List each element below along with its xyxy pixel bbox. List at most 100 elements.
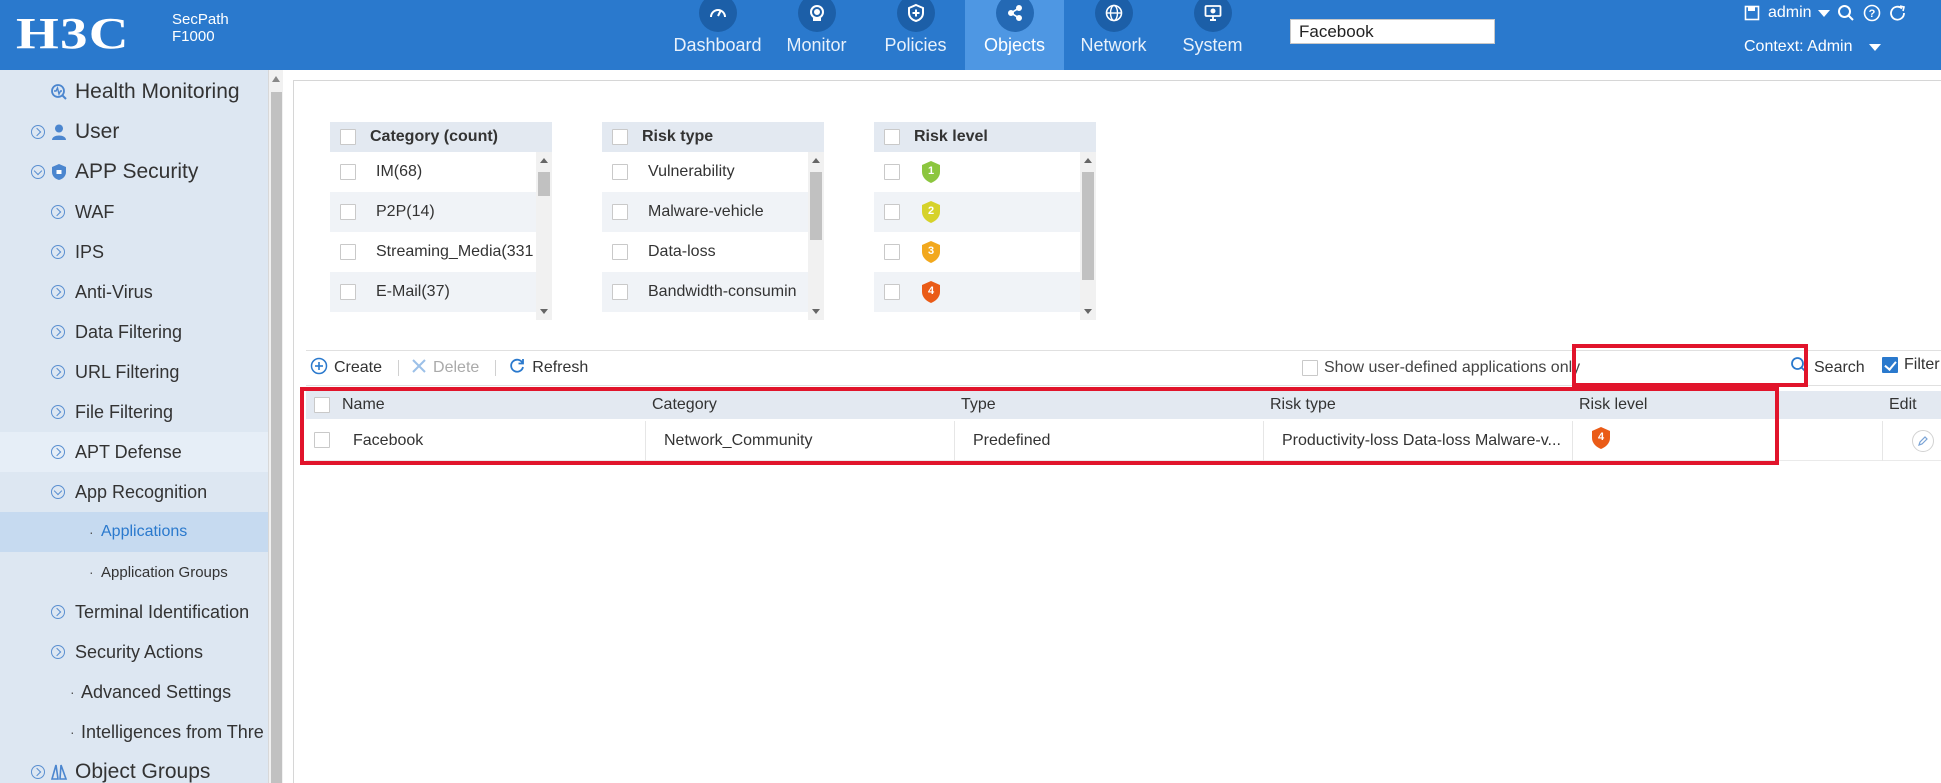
expand-icon[interactable]: [51, 205, 65, 219]
sidebar-item-advanced-settings[interactable]: · Advanced Settings: [0, 672, 268, 712]
nav-network[interactable]: Network: [1064, 0, 1163, 70]
risk-type-row[interactable]: Vulnerability: [602, 152, 808, 192]
expand-icon[interactable]: [51, 285, 65, 299]
main-nav: Dashboard Monitor Policies Objects Netwo…: [668, 0, 1262, 70]
globe-icon: [1094, 0, 1133, 32]
search-icon: [1790, 356, 1808, 379]
risk-type-scrollbar[interactable]: [808, 152, 824, 320]
delete-button[interactable]: Delete: [411, 358, 479, 379]
table-toolbar: Create Delete Refresh Show user-defined …: [306, 350, 1941, 386]
expand-icon[interactable]: [51, 245, 65, 259]
monitor-gear-icon: [1193, 0, 1232, 32]
risk-type-row[interactable]: Malware-vehicle: [602, 192, 808, 232]
object-groups-icon: [50, 763, 68, 781]
risk-level-row[interactable]: 1: [874, 152, 1080, 192]
table-header: Name Category Type Risk type Risk level …: [306, 391, 1941, 419]
search-button[interactable]: Search: [1790, 356, 1865, 379]
context-caret-icon: [1868, 43, 1881, 51]
row-checkbox[interactable]: [314, 432, 330, 448]
sidebar-item-app-recognition[interactable]: App Recognition: [0, 472, 268, 512]
search-input[interactable]: [1290, 19, 1495, 44]
expand-icon[interactable]: [51, 645, 65, 659]
expand-icon[interactable]: [51, 605, 65, 619]
column-type[interactable]: Type: [961, 396, 996, 414]
sidebar-item-object-groups[interactable]: Object Groups: [0, 752, 268, 783]
sidebar-item-applications[interactable]: · Applications: [0, 512, 268, 552]
sidebar-item-data-filtering[interactable]: Data Filtering: [0, 312, 268, 352]
risk-type-row[interactable]: Bandwidth-consumin: [602, 272, 808, 312]
risk-type-select-all-checkbox[interactable]: [612, 129, 628, 145]
logout-icon[interactable]: [1888, 3, 1908, 23]
user-defined-only-option[interactable]: Show user-defined applications only: [1302, 359, 1580, 377]
model-line-2: F1000: [172, 28, 215, 45]
context-selector[interactable]: Context: Admin: [1744, 38, 1881, 56]
expand-icon[interactable]: [51, 325, 65, 339]
sidebar-item-url-filtering[interactable]: URL Filtering: [0, 352, 268, 392]
refresh-button[interactable]: Refresh: [508, 357, 588, 380]
h3c-logo: H3C: [16, 9, 130, 58]
filter-checkbox[interactable]: [1882, 357, 1898, 373]
search-icon[interactable]: [1836, 3, 1856, 23]
create-button[interactable]: Create: [310, 357, 382, 380]
category-row[interactable]: Streaming_Media(331: [330, 232, 536, 272]
plus-circle-icon: [310, 357, 328, 380]
gauge-icon: [698, 0, 737, 32]
filter-toggle[interactable]: Filter: [1882, 356, 1940, 374]
category-select-all-checkbox[interactable]: [340, 129, 356, 145]
expand-icon[interactable]: [51, 445, 65, 459]
sidebar-item-apt-defense[interactable]: APT Defense: [0, 432, 268, 472]
sidebar-item-app-security[interactable]: APP Security: [0, 152, 268, 192]
sidebar-item-ips[interactable]: IPS: [0, 232, 268, 272]
user-defined-only-checkbox[interactable]: [1302, 360, 1318, 376]
risk-type-row[interactable]: Data-loss: [602, 232, 808, 272]
column-risk-type[interactable]: Risk type: [1270, 396, 1336, 414]
expand-icon[interactable]: [51, 365, 65, 379]
risk-level-row[interactable]: 4: [874, 272, 1080, 312]
sidebar-item-health-monitoring[interactable]: Health Monitoring: [0, 72, 268, 112]
risk-level-scrollbar[interactable]: [1080, 152, 1096, 320]
category-scrollbar[interactable]: [536, 152, 552, 320]
expand-icon[interactable]: [51, 405, 65, 419]
category-row[interactable]: IM(68): [330, 152, 536, 192]
column-name[interactable]: Name: [342, 396, 385, 414]
svg-text:?: ?: [1868, 8, 1875, 20]
user-menu-caret-icon[interactable]: [1817, 9, 1830, 17]
table-row[interactable]: Facebook Network_Community Predefined Pr…: [306, 421, 1941, 461]
edit-pencil-icon[interactable]: [1912, 430, 1934, 452]
expand-icon[interactable]: [31, 125, 45, 139]
expand-icon[interactable]: [31, 765, 45, 779]
sidebar-item-user[interactable]: User: [0, 112, 268, 152]
user-menu[interactable]: admin: [1768, 4, 1812, 22]
save-icon[interactable]: [1742, 3, 1762, 23]
sidebar-item-security-actions[interactable]: Security Actions: [0, 632, 268, 672]
sidebar-scrollbar[interactable]: [268, 70, 283, 783]
help-icon[interactable]: ?: [1862, 3, 1882, 23]
risk-level-badge-icon: 1: [920, 160, 942, 184]
risk-level-row[interactable]: 2: [874, 192, 1080, 232]
sidebar-item-application-groups[interactable]: · Application Groups: [0, 552, 268, 592]
sidebar-item-file-filtering[interactable]: File Filtering: [0, 392, 268, 432]
column-risk-level[interactable]: Risk level: [1579, 396, 1647, 414]
select-all-checkbox[interactable]: [314, 397, 330, 413]
sidebar-item-waf[interactable]: WAF: [0, 192, 268, 232]
nav-objects[interactable]: Objects: [965, 0, 1064, 70]
nav-system[interactable]: System: [1163, 0, 1262, 70]
sidebar-item-terminal-identification[interactable]: Terminal Identification: [0, 592, 268, 632]
risk-level-badge-icon: 3: [920, 240, 942, 264]
top-header: H3C SecPath F1000 Dashboard Monitor Poli…: [0, 0, 1941, 70]
collapse-icon[interactable]: [31, 165, 45, 179]
category-row[interactable]: P2P(14): [330, 192, 536, 232]
nav-monitor[interactable]: Monitor: [767, 0, 866, 70]
risk-level-select-all-checkbox[interactable]: [884, 129, 900, 145]
category-row[interactable]: E-Mail(37): [330, 272, 536, 312]
risk-level-row[interactable]: 3: [874, 232, 1080, 272]
collapse-icon[interactable]: [51, 485, 65, 499]
sidebar-item-anti-virus[interactable]: Anti-Virus: [0, 272, 268, 312]
sidebar-item-intelligences[interactable]: · Intelligences from Thre: [0, 712, 268, 752]
shield-plus-icon: [896, 0, 935, 32]
column-category[interactable]: Category: [652, 396, 717, 414]
nav-policies[interactable]: Policies: [866, 0, 965, 70]
nav-dashboard[interactable]: Dashboard: [668, 0, 767, 70]
risk-level-badge-icon: 4: [1590, 426, 1612, 450]
risk-level-badge-icon: 2: [920, 200, 942, 224]
